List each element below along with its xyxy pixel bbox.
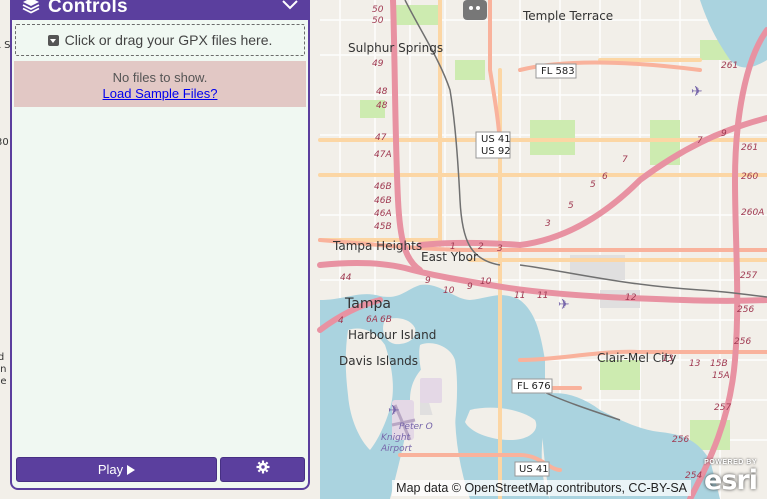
svg-text:257: 257: [740, 271, 757, 281]
svg-text:46B: 46B: [374, 196, 392, 206]
svg-text:US 92: US 92: [481, 146, 511, 157]
load-sample-files-link[interactable]: Load Sample Files?: [14, 86, 306, 101]
svg-text:Sulphur Springs: Sulphur Springs: [348, 41, 443, 55]
svg-text:46A: 46A: [374, 209, 392, 219]
svg-text:US 41: US 41: [481, 134, 511, 145]
svg-text:50: 50: [372, 5, 384, 15]
settings-button[interactable]: [220, 457, 305, 482]
no-files-text: No files to show.: [112, 70, 208, 85]
play-label: Play: [97, 462, 124, 477]
svg-text:13: 13: [662, 354, 674, 364]
svg-text:9: 9: [425, 276, 431, 286]
svg-text:Tampa Heights: Tampa Heights: [332, 239, 422, 253]
svg-text:Knight: Knight: [381, 433, 411, 443]
svg-text:9: 9: [721, 129, 727, 139]
svg-text:9: 9: [467, 282, 473, 292]
layers-icon: [22, 0, 40, 19]
svg-text:49: 49: [372, 59, 384, 69]
svg-text:47: 47: [375, 133, 387, 143]
svg-text:11: 11: [537, 291, 548, 301]
svg-text:2: 2: [478, 242, 484, 252]
svg-text:4: 4: [338, 316, 344, 326]
svg-text:48: 48: [376, 87, 388, 97]
svg-text:257: 257: [714, 403, 731, 413]
svg-text:Tampa: Tampa: [344, 296, 391, 312]
panel-header[interactable]: Controls: [12, 0, 308, 20]
gpx-dropzone[interactable]: Click or drag your GPX files here.: [15, 24, 305, 56]
svg-text:6A: 6A: [366, 315, 378, 325]
download-icon: [47, 34, 59, 46]
svg-text:261: 261: [721, 61, 738, 71]
play-icon: [127, 464, 136, 475]
svg-text:12: 12: [625, 293, 637, 303]
svg-text:30: 30: [0, 137, 9, 148]
svg-text:6B: 6B: [380, 315, 392, 325]
svg-text:R S: R S: [0, 40, 10, 51]
empty-files-notice: No files to show. Load Sample Files?: [14, 61, 306, 107]
svg-text:6: 6: [602, 172, 608, 182]
map-attribution[interactable]: Map data © OpenStreetMap contributors, C…: [392, 480, 691, 496]
svg-text:Davis Islands: Davis Islands: [339, 354, 418, 368]
svg-text:46B: 46B: [374, 182, 392, 192]
svg-text:3: 3: [545, 219, 551, 229]
svg-text:FL 676: FL 676: [517, 381, 551, 392]
esri-logo[interactable]: POWERED BY esri: [699, 459, 761, 496]
svg-text:an: an: [0, 364, 6, 375]
svg-text:US 41: US 41: [519, 464, 549, 475]
svg-text:3: 3: [497, 244, 503, 254]
svg-text:East Ybor: East Ybor: [421, 250, 478, 264]
svg-text:261: 261: [741, 143, 758, 153]
svg-text:Airport: Airport: [380, 444, 412, 454]
controls-panel: Controls Click or drag your GPX files he…: [10, 0, 310, 490]
svg-text:45B: 45B: [374, 222, 392, 232]
svg-text:10: 10: [480, 277, 492, 287]
svg-text:10: 10: [443, 286, 455, 296]
svg-text:ge: ge: [0, 376, 7, 387]
svg-text:15A: 15A: [712, 371, 730, 381]
panel-title: Controls: [48, 0, 128, 17]
svg-text:260: 260: [741, 172, 758, 182]
svg-text:FL 583: FL 583: [541, 66, 575, 77]
svg-text:44: 44: [340, 273, 352, 283]
svg-text:Peter O: Peter O: [399, 422, 433, 432]
svg-text:13: 13: [689, 359, 701, 369]
svg-text:256: 256: [737, 305, 754, 315]
svg-text:Temple Terrace: Temple Terrace: [522, 9, 613, 23]
svg-text:1: 1: [450, 242, 456, 252]
svg-text:5: 5: [568, 201, 574, 211]
svg-text:50: 50: [372, 16, 384, 26]
svg-text:48: 48: [376, 101, 388, 111]
svg-text:7: 7: [622, 155, 628, 165]
svg-text:Harbour Island: Harbour Island: [348, 328, 436, 342]
svg-text:260A: 260A: [741, 208, 764, 218]
svg-text:7: 7: [697, 136, 703, 146]
dropzone-text: Click or drag your GPX files here.: [64, 32, 273, 48]
svg-text:rd: rd: [0, 352, 4, 363]
play-button[interactable]: Play: [16, 457, 217, 482]
svg-text:47A: 47A: [374, 150, 392, 160]
svg-text:256: 256: [734, 337, 751, 347]
svg-text:256: 256: [672, 435, 689, 445]
svg-text:✈: ✈: [558, 297, 570, 313]
gear-icon: [256, 460, 270, 479]
esri-wordmark: esri: [704, 465, 758, 496]
svg-text:5: 5: [590, 180, 596, 190]
svg-text:✈: ✈: [691, 84, 703, 100]
svg-text:11: 11: [514, 291, 525, 301]
chevron-down-icon[interactable]: [282, 0, 298, 16]
svg-text:✈: ✈: [388, 403, 400, 419]
svg-text:15B: 15B: [710, 359, 728, 369]
